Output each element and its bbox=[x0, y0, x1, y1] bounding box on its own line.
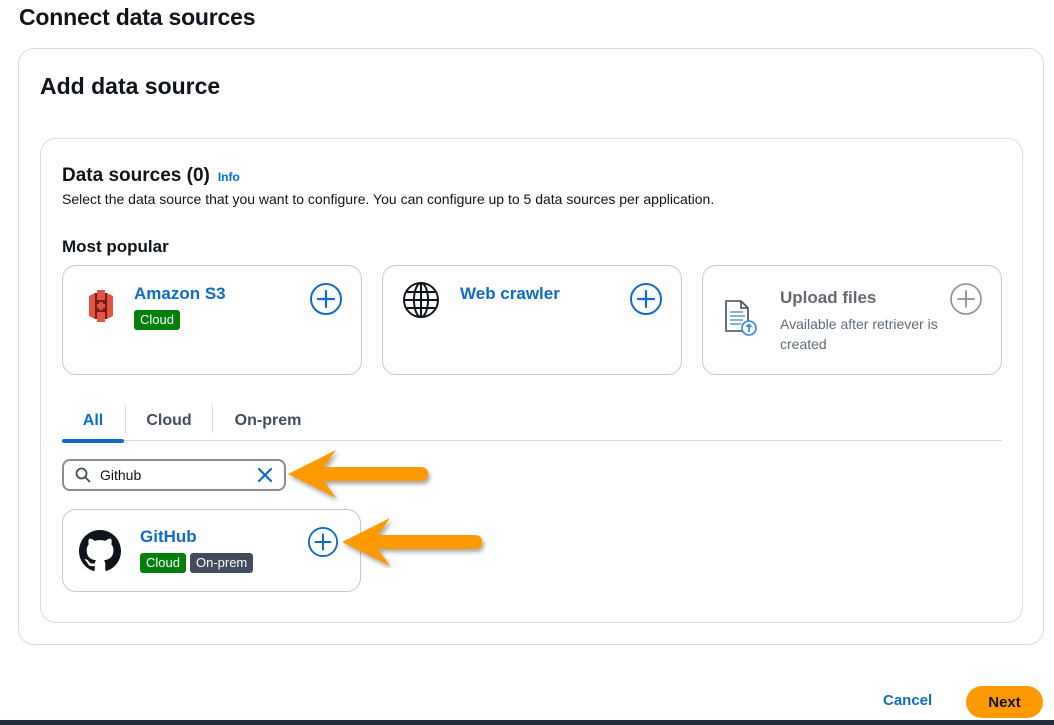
bottom-bar bbox=[0, 720, 1054, 725]
page-title: Connect data sources bbox=[19, 4, 256, 30]
info-link[interactable]: Info bbox=[218, 170, 240, 184]
search-field[interactable] bbox=[62, 459, 286, 491]
filter-tabs: All Cloud On-prem bbox=[62, 401, 1002, 443]
on-prem-badge: On-prem bbox=[189, 553, 254, 573]
add-data-source-panel: Add data source Data sources (0) Info Se… bbox=[18, 48, 1044, 645]
amazon-s3-icon bbox=[81, 286, 121, 326]
panel-title: Add data source bbox=[40, 73, 221, 99]
clear-search-icon[interactable] bbox=[256, 466, 274, 484]
tile-subtitle: Available after retriever is created bbox=[780, 316, 938, 352]
add-upload-files-button bbox=[949, 282, 983, 316]
upload-file-icon bbox=[721, 298, 761, 338]
plus-circle-icon bbox=[310, 283, 342, 315]
tile-upload-files: Upload files Available after retriever i… bbox=[702, 265, 1002, 375]
result-name[interactable]: GitHub bbox=[140, 527, 197, 547]
badges: Cloud On-prem bbox=[140, 553, 254, 573]
add-web-crawler-button[interactable] bbox=[629, 282, 663, 316]
tab-all[interactable]: All bbox=[62, 401, 124, 443]
data-sources-title: Data sources (0) bbox=[62, 165, 210, 186]
plus-circle-icon bbox=[630, 283, 662, 315]
tile-web-crawler[interactable]: Web crawler bbox=[382, 265, 682, 375]
tile-name[interactable]: Amazon S3 bbox=[134, 284, 226, 304]
plus-circle-icon bbox=[950, 283, 982, 315]
annotation-arrow-add-github bbox=[342, 518, 482, 566]
search-input[interactable] bbox=[100, 465, 250, 485]
search-icon bbox=[75, 467, 91, 483]
tile-name: Upload files bbox=[780, 288, 877, 307]
cloud-badge: Cloud bbox=[134, 310, 180, 330]
next-button[interactable]: Next bbox=[966, 686, 1043, 718]
result-github[interactable]: GitHub Cloud On-prem bbox=[62, 509, 361, 592]
data-sources-description: Select the data source that you want to … bbox=[62, 191, 715, 207]
annotation-arrow-search bbox=[288, 450, 428, 498]
tile-name[interactable]: Web crawler bbox=[460, 284, 560, 304]
cancel-button[interactable]: Cancel bbox=[883, 692, 932, 709]
add-amazon-s3-button[interactable] bbox=[309, 282, 343, 316]
add-github-button[interactable] bbox=[307, 526, 339, 558]
tab-on-prem[interactable]: On-prem bbox=[213, 401, 323, 441]
globe-icon bbox=[401, 280, 441, 320]
most-popular-label: Most popular bbox=[62, 237, 169, 256]
tile-amazon-s3[interactable]: Amazon S3 Cloud bbox=[62, 265, 362, 375]
cloud-badge: Cloud bbox=[140, 553, 186, 573]
plus-circle-icon bbox=[307, 526, 339, 558]
badges: Cloud bbox=[134, 310, 180, 330]
data-sources-container: Data sources (0) Info Select the data so… bbox=[40, 138, 1023, 623]
data-sources-header: Data sources (0) Info bbox=[62, 165, 240, 187]
github-icon bbox=[79, 530, 121, 571]
tab-cloud[interactable]: Cloud bbox=[126, 401, 212, 441]
